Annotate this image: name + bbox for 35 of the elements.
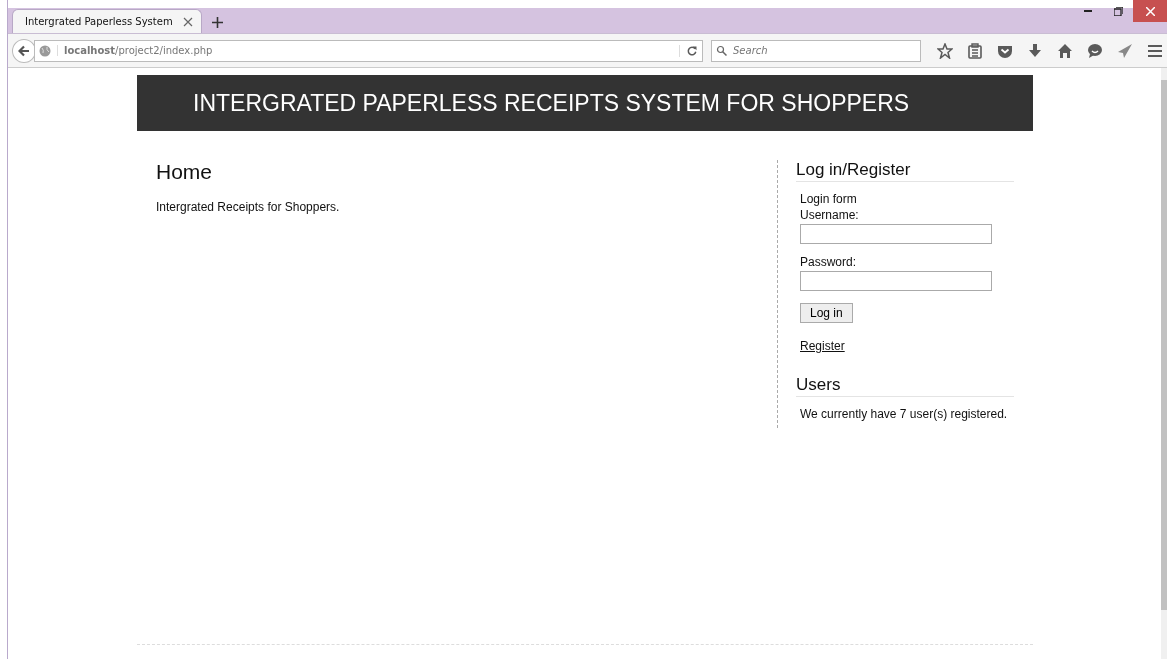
search-field[interactable]: Search — [711, 39, 921, 62]
browser-tab[interactable]: Intergrated Paperless System — [12, 9, 202, 33]
restore-icon[interactable] — [1113, 6, 1123, 16]
home-icon[interactable] — [1057, 42, 1073, 59]
download-icon[interactable] — [1027, 42, 1043, 59]
close-window-button[interactable] — [1133, 0, 1167, 22]
clipboard-icon[interactable] — [967, 42, 983, 59]
url-text: localhost/project2/index.php — [56, 45, 673, 56]
login-button[interactable]: Log in — [800, 303, 853, 323]
address-bar[interactable]: localhost/project2/index.php — [33, 39, 703, 62]
page-heading: Home — [156, 160, 214, 184]
search-icon[interactable] — [716, 44, 728, 57]
username-field[interactable] — [800, 224, 992, 244]
minimize-icon[interactable] — [1084, 9, 1092, 13]
username-label: Username: — [800, 208, 860, 222]
form-title: Login form — [800, 192, 858, 206]
password-field[interactable] — [800, 271, 992, 291]
new-tab-icon[interactable] — [212, 17, 223, 28]
site-title: INTERGRATED PAPERLESS RECEIPTS SYSTEM FOR SHOPPERS — [193, 89, 910, 117]
chat-icon[interactable] — [1087, 42, 1103, 59]
login-heading: Log in/Register — [796, 160, 1014, 182]
scrollbar-thumb[interactable] — [1161, 80, 1167, 610]
password-label: Password: — [800, 255, 858, 269]
globe-icon — [38, 44, 51, 57]
back-button[interactable] — [12, 38, 36, 63]
paper-plane-icon[interactable] — [1117, 42, 1133, 59]
users-heading: Users — [796, 375, 1014, 397]
intro-text: Intergrated Receipts for Shoppers. — [156, 200, 341, 214]
register-link[interactable]: Register — [800, 339, 845, 353]
menu-icon[interactable] — [1147, 42, 1163, 59]
close-icon[interactable] — [183, 16, 193, 27]
back-arrow-icon — [18, 44, 30, 57]
users-count-text: We currently have 7 user(s) registered. — [800, 407, 1009, 421]
star-icon[interactable] — [937, 42, 953, 59]
reload-icon[interactable] — [686, 44, 698, 57]
